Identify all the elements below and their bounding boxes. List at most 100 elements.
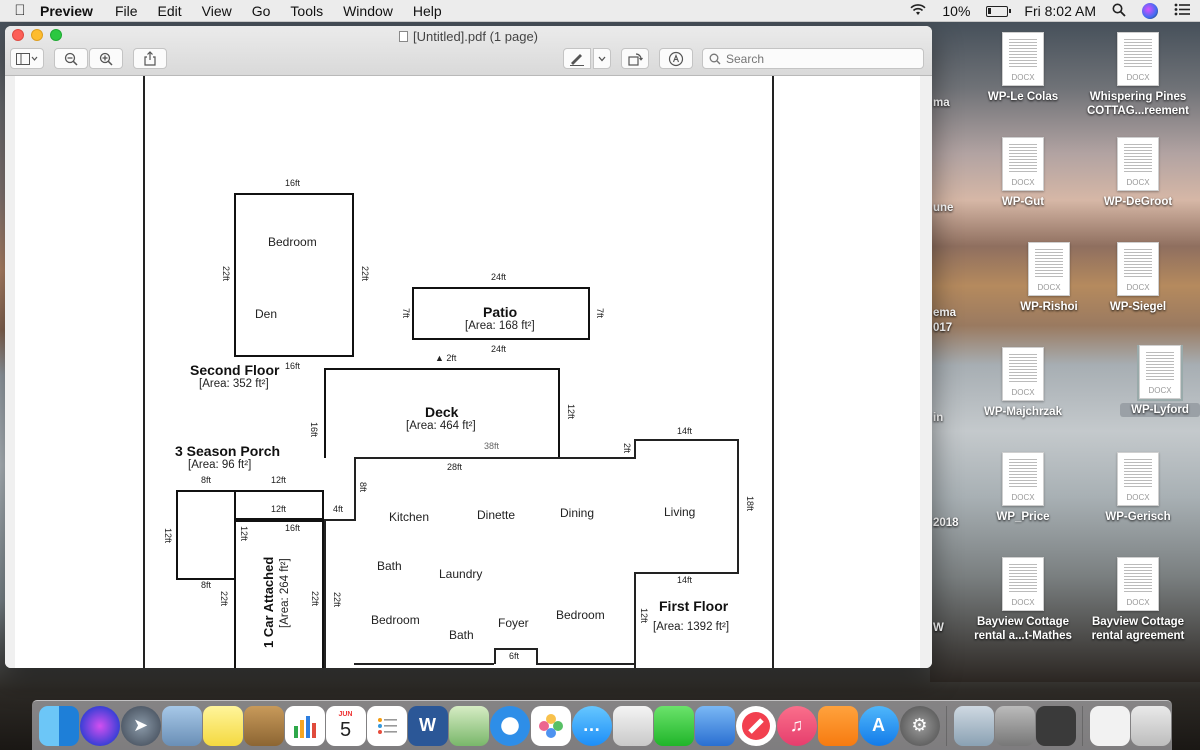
first-floor-wall: [494, 648, 538, 650]
desktop-file-icon[interactable]: DOCX WP-DeGroot: [1083, 137, 1193, 209]
desktop-file-icon[interactable]: DOCX Bayview Cottage rental agreement: [1083, 557, 1193, 643]
calculator-icon[interactable]: [994, 705, 1035, 746]
docx-file-icon: DOCX: [1002, 347, 1044, 401]
apple-menu-icon[interactable]: : [0, 2, 40, 19]
first-floor-wall: [634, 572, 739, 574]
desktop-partial-label[interactable]: in: [933, 412, 943, 424]
preview-dock-icon[interactable]: [161, 705, 202, 746]
dimension-label: 24ft: [491, 344, 507, 354]
ibooks-icon[interactable]: [817, 705, 858, 746]
share-button[interactable]: [133, 48, 167, 69]
dimension-label: 12ft: [639, 608, 649, 624]
dimension-label: 22ft: [219, 591, 229, 607]
desktop-partial-label[interactable]: W: [933, 622, 944, 634]
safari-icon[interactable]: [489, 705, 530, 746]
desktop-partial-label[interactable]: ma: [933, 97, 950, 109]
dimension-label: 22ft: [310, 591, 320, 607]
window-title: [Untitled].pdf (1 page): [5, 29, 932, 44]
photos-icon[interactable]: [530, 705, 571, 746]
itunes-icon[interactable]: ♫: [776, 705, 817, 746]
numbers-icon[interactable]: [284, 705, 325, 746]
room-label: Laundry: [439, 567, 483, 581]
dock-separator: [946, 705, 947, 746]
share-icon: [144, 51, 156, 66]
facetime-icon[interactable]: [653, 705, 694, 746]
siri-icon[interactable]: [1142, 3, 1158, 19]
contacts-icon[interactable]: [243, 705, 284, 746]
window-titlebar[interactable]: [Untitled].pdf (1 page): [5, 26, 932, 76]
news-icon[interactable]: [735, 705, 776, 746]
section-title: 3 Season Porch: [175, 443, 281, 459]
image-capture-icon[interactable]: [953, 705, 994, 746]
spotlight-icon[interactable]: [1112, 3, 1126, 20]
calendar-icon[interactable]: JUN 5: [325, 705, 366, 746]
desktop-file-icon[interactable]: DOCX WP_Price: [968, 452, 1078, 524]
markup-dropdown-button[interactable]: [593, 48, 611, 69]
dimension-label: 16ft: [285, 523, 301, 533]
finder-icon[interactable]: [38, 705, 79, 746]
battery-icon[interactable]: [986, 5, 1012, 17]
messages-icon[interactable]: …: [571, 705, 612, 746]
first-floor-wall: [634, 572, 636, 668]
dimension-label: 14ft: [677, 575, 693, 585]
markup-icon: [668, 51, 684, 66]
markup-pen-button[interactable]: [563, 48, 591, 69]
wifi-icon[interactable]: [910, 3, 926, 19]
notes-icon[interactable]: [202, 705, 243, 746]
menu-go[interactable]: Go: [252, 3, 271, 19]
maps-icon[interactable]: [448, 705, 489, 746]
desktop-partial-label[interactable]: ema: [933, 307, 956, 319]
area-label: [Area: 264 ft²]: [279, 558, 291, 628]
preview-app-icon[interactable]: [612, 705, 653, 746]
desktop-partial-label[interactable]: 2018: [933, 517, 959, 529]
document-viewport[interactable]: 16ft 22ft 22ft 16ft Bedroom Den Second F…: [5, 76, 932, 668]
dimension-label: 12ft: [566, 404, 576, 420]
search-field[interactable]: [702, 48, 924, 69]
photo-booth-icon[interactable]: [1035, 705, 1076, 746]
battery-percent[interactable]: 10%: [942, 3, 970, 19]
section-title: Patio: [483, 304, 518, 320]
dimension-label: 14ft: [677, 426, 693, 436]
desktop-file-icon[interactable]: DOCX WP-Gerisch: [1083, 452, 1193, 524]
word-icon[interactable]: W: [407, 705, 448, 746]
downloads-stack-icon[interactable]: [1089, 705, 1130, 746]
sidebar-toggle-button[interactable]: [10, 48, 44, 69]
section-title: 1 Car Attached: [261, 556, 276, 648]
page-margin-line: [143, 76, 145, 668]
menu-tools[interactable]: Tools: [290, 3, 323, 19]
desktop-partial-label[interactable]: 017: [933, 322, 952, 334]
desktop-file-icon[interactable]: DOCX WP-Gut: [968, 137, 1078, 209]
docx-file-icon: DOCX: [1117, 137, 1159, 191]
search-input[interactable]: [726, 51, 906, 66]
menu-window[interactable]: Window: [343, 3, 393, 19]
app-menu[interactable]: Preview: [40, 3, 93, 19]
room-label: Kitchen: [389, 510, 430, 524]
menu-view[interactable]: View: [202, 3, 232, 19]
desktop-file-icon[interactable]: DOCX WP-Majchrzak: [968, 347, 1078, 419]
menu-edit[interactable]: Edit: [158, 3, 182, 19]
desktop-file-icon[interactable]: DOCX WP-Siegel: [1083, 242, 1193, 314]
launchpad-icon[interactable]: ➤: [120, 705, 161, 746]
area-label: [Area: 464 ft²]: [406, 420, 476, 432]
system-preferences-icon[interactable]: ⚙: [899, 705, 940, 746]
keynote-icon[interactable]: [694, 705, 735, 746]
dimension-label: 16ft: [309, 422, 319, 438]
menu-help[interactable]: Help: [413, 3, 442, 19]
desktop-file-icon[interactable]: DOCX Bayview Cottage rental a...t-Mathes: [968, 557, 1078, 643]
app-store-icon[interactable]: A: [858, 705, 899, 746]
desktop-file-icon[interactable]: DOCX WP-Le Colas: [968, 32, 1078, 104]
desktop-partial-label[interactable]: une: [933, 202, 953, 214]
zoom-in-button[interactable]: [89, 48, 123, 69]
reminders-icon[interactable]: [366, 705, 407, 746]
trash-icon[interactable]: [1130, 705, 1171, 746]
zoom-out-button[interactable]: [54, 48, 88, 69]
menu-file[interactable]: File: [115, 3, 138, 19]
clock[interactable]: Fri 8:02 AM: [1024, 3, 1096, 19]
siri-dock-icon[interactable]: [79, 705, 120, 746]
markup-toolbar-button[interactable]: [659, 48, 693, 69]
notification-center-icon[interactable]: [1174, 3, 1190, 19]
desktop-file-icon[interactable]: DOCX Whispering Pines COTTAG...reement: [1083, 32, 1193, 118]
desktop-file-icon-selected[interactable]: DOCX WP-Lyford: [1120, 345, 1200, 417]
rotate-button[interactable]: [621, 48, 649, 69]
room-label: Bath: [449, 628, 474, 642]
